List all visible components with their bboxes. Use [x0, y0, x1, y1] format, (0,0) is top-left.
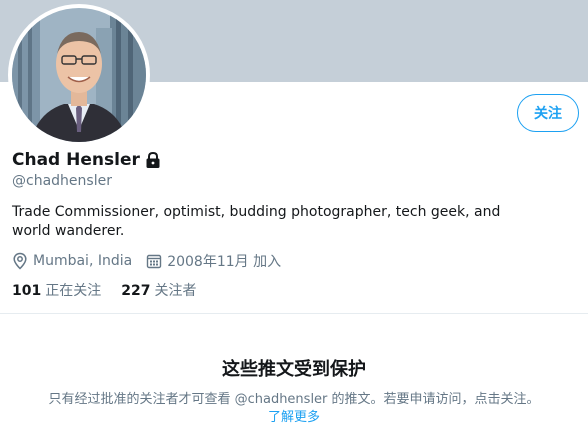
profile-meta: Mumbai, India 2008年11月 加入 — [12, 251, 295, 271]
avatar[interactable] — [8, 4, 150, 146]
divider — [0, 313, 588, 314]
join-date: 2008年11月 加入 — [146, 251, 281, 271]
calendar-icon — [147, 254, 162, 269]
name-row: Chad Hensler — [12, 150, 162, 170]
learn-more-link[interactable]: 了解更多 — [0, 406, 588, 424]
followers-stat[interactable]: 227 关注者 — [121, 280, 196, 300]
protected-title: 这些推文受到保护 — [222, 359, 366, 380]
following-count: 101 — [12, 283, 42, 299]
followers-label: 关注者 — [154, 283, 197, 299]
location-pin-icon — [13, 252, 27, 270]
lock-icon — [144, 151, 162, 169]
handle: @chadhensler — [12, 173, 112, 189]
bio: Trade Commissioner, optimist, budding ph… — [12, 204, 501, 239]
following-label: 正在关注 — [45, 283, 102, 299]
location: Mumbai, India — [12, 252, 132, 270]
avatar-photo — [12, 8, 146, 142]
protected-description: 只有经过批准的关注者才可查看 @chadhensler 的推文。若要申请访问，点… — [48, 392, 540, 407]
join-date-text: 2008年11月 加入 — [167, 254, 282, 270]
follow-button[interactable]: 关注 — [517, 94, 579, 132]
following-stat[interactable]: 101 正在关注 — [12, 280, 101, 300]
stats-row: 101 正在关注 227 关注者 — [12, 280, 216, 300]
followers-count: 227 — [121, 283, 151, 299]
display-name: Chad Hensler — [12, 150, 140, 170]
location-text: Mumbai, India — [33, 253, 133, 269]
